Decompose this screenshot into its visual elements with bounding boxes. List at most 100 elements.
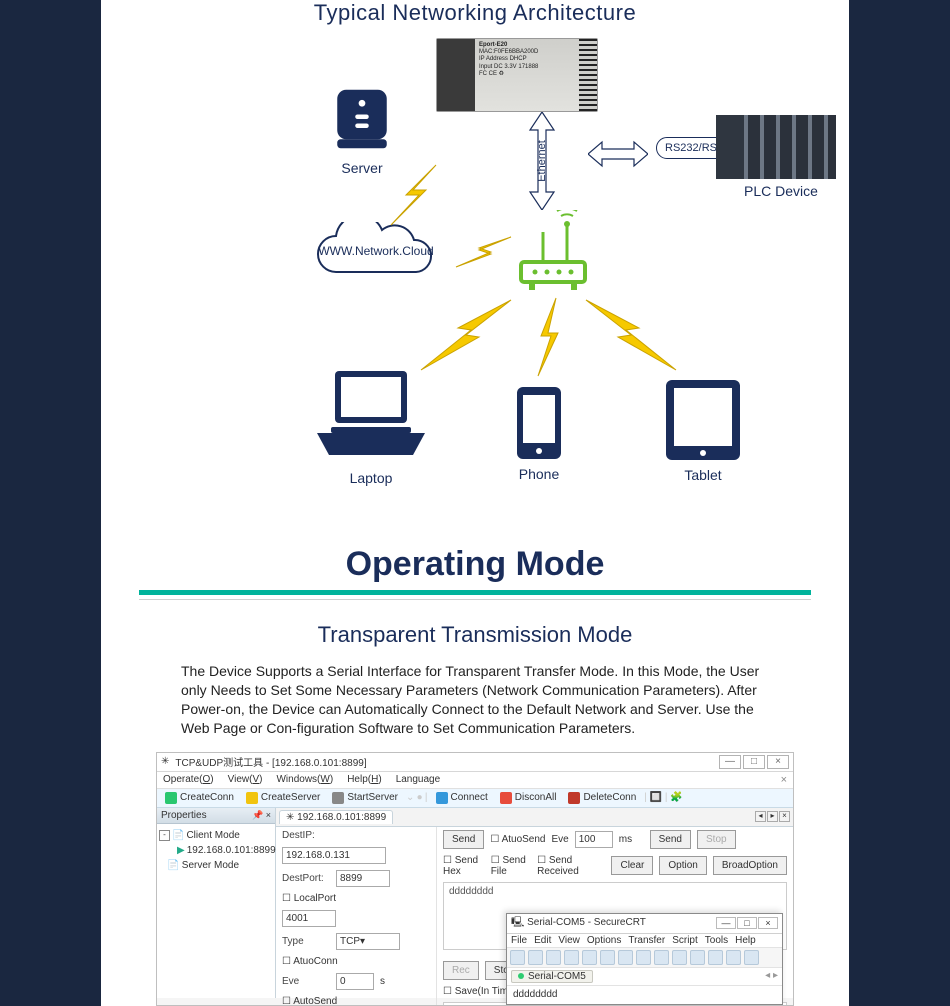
crt-menu-script[interactable]: Script — [672, 935, 698, 946]
tab-nav-left[interactable]: ◂ — [755, 811, 766, 822]
phone-label: Phone — [513, 466, 565, 482]
crt-close[interactable]: × — [758, 917, 778, 929]
laptop-device: Laptop — [311, 365, 431, 486]
create-conn-button[interactable]: CreateConn — [161, 791, 238, 805]
tree-server-mode[interactable]: Server Mode — [182, 858, 239, 873]
pane-controls[interactable]: 📌 × — [252, 810, 271, 821]
local-port-check[interactable]: LocalPort — [282, 893, 336, 904]
crt-terminal[interactable]: dddddddd — [507, 986, 782, 1003]
tablet-label: Tablet — [662, 467, 744, 483]
crt-tool-icon[interactable] — [690, 950, 705, 965]
crt-toolbar — [507, 948, 782, 968]
diagram-title: Typical Networking Architecture — [101, 0, 849, 26]
expand-icon[interactable]: - — [159, 830, 170, 841]
dest-port-field[interactable]: 8899 — [336, 870, 390, 887]
tcp-udp-tool-window: ✳ TCP&UDP测试工具 - [192.168.0.101:8899] — □… — [156, 752, 794, 1006]
crt-tab-nav[interactable]: ◂ ▸ — [765, 970, 778, 983]
lightning-icon — [581, 295, 681, 380]
tree-client-mode[interactable]: Client Mode — [186, 828, 239, 843]
menu-windows[interactable]: Windows(W) — [276, 774, 333, 786]
dest-ip-field[interactable]: 192.168.0.131 — [282, 847, 386, 864]
eve3-field[interactable]: 100 — [575, 831, 613, 848]
connection-tab[interactable]: ✳ 192.168.0.101:8899 — [279, 810, 393, 824]
crt-maximize[interactable]: □ — [737, 917, 757, 929]
local-port-field[interactable]: 4001 — [282, 910, 336, 927]
send-hex-check[interactable]: Send Hex — [443, 855, 485, 877]
start-server-button[interactable]: StartServer — [328, 791, 402, 805]
mode-heading: Transparent Transmission Mode — [101, 622, 849, 648]
crt-menu-edit[interactable]: Edit — [534, 935, 551, 946]
crt-tool-icon[interactable] — [744, 950, 759, 965]
section-heading: Operating Mode — [101, 545, 849, 584]
crt-tool-icon[interactable] — [528, 950, 543, 965]
rec-button[interactable]: Rec — [443, 961, 479, 980]
tab-nav-right[interactable]: ▸ — [767, 811, 778, 822]
crt-tool-icon[interactable] — [600, 950, 615, 965]
toolbar: CreateConn CreateServer StartServer ⌄ ⦁ … — [157, 789, 793, 808]
phone-device: Phone — [513, 385, 565, 482]
connect-button[interactable]: Connect — [432, 791, 492, 805]
type-label: Type — [282, 936, 330, 947]
lightning-icon — [451, 232, 516, 277]
atuosend-check2[interactable]: AtuoSend — [490, 834, 545, 845]
plc-label: PLC Device — [716, 183, 846, 199]
lightning-icon — [381, 160, 451, 235]
window-title: TCP&UDP测试工具 - [192.168.0.101:8899] — [175, 754, 366, 769]
minimize-button[interactable]: — — [719, 755, 741, 769]
menu-operate[interactable]: Operate(O) — [163, 774, 214, 786]
crt-menu-transfer[interactable]: Transfer — [628, 935, 665, 946]
crt-menu-tools[interactable]: Tools — [705, 935, 728, 946]
atuoconn-check[interactable]: AtuoConn — [282, 956, 338, 967]
crt-tool-icon[interactable] — [510, 950, 525, 965]
crt-tool-icon[interactable] — [618, 950, 633, 965]
broad-option-button[interactable]: BroadOption — [713, 856, 787, 875]
crt-menu-help[interactable]: Help — [735, 935, 756, 946]
disconnect-all-button[interactable]: DisconAll — [496, 791, 561, 805]
cloud-label: WWW.Network.Cloud — [296, 244, 456, 258]
crt-tool-icon[interactable] — [672, 950, 687, 965]
eve1-label: Eve — [282, 976, 330, 987]
send-file-check[interactable]: Send File — [491, 855, 531, 877]
menu-help[interactable]: Help(H) — [347, 774, 382, 786]
type-select[interactable]: TCP ▾ — [336, 933, 400, 950]
crt-menu-bar: File Edit View Options Transfer Script T… — [507, 934, 782, 948]
crt-menu-options[interactable]: Options — [587, 935, 621, 946]
autosend-check[interactable]: AutoSend — [282, 996, 337, 1006]
option-button[interactable]: Option — [659, 856, 706, 875]
lightning-icon — [416, 295, 516, 380]
crt-tool-icon[interactable] — [708, 950, 723, 965]
crt-tool-icon[interactable] — [564, 950, 579, 965]
stop-button[interactable]: Stop — [697, 830, 736, 849]
crt-tool-icon[interactable] — [654, 950, 669, 965]
clear-button[interactable]: Clear — [611, 856, 653, 875]
inner-close-icon[interactable]: × — [781, 774, 787, 786]
crt-menu-view[interactable]: View — [558, 935, 580, 946]
title-bar: ✳ TCP&UDP测试工具 - [192.168.0.101:8899] — □… — [157, 753, 793, 772]
crt-tool-icon[interactable] — [546, 950, 561, 965]
tree-connection[interactable]: 192.168.0.101:8899 — [187, 843, 276, 858]
maximize-button[interactable]: □ — [743, 755, 765, 769]
tab-close[interactable]: × — [779, 811, 790, 822]
crt-tool-icon[interactable] — [582, 950, 597, 965]
send-button[interactable]: Send — [443, 830, 484, 849]
eve1-field[interactable]: 0 — [336, 973, 374, 990]
properties-pane: Properties📌 × - 📄 Client Mode ▶ 192.168.… — [157, 808, 276, 998]
module-mac: MAC:F0FE6BBA200D — [479, 49, 538, 55]
crt-tool-icon[interactable] — [726, 950, 741, 965]
menu-language[interactable]: Language — [396, 774, 441, 786]
crt-session-tab[interactable]: Serial-COM5 — [511, 970, 593, 983]
crt-minimize[interactable]: — — [716, 917, 736, 929]
send-received-check[interactable]: Send Received — [537, 855, 597, 877]
send-button-2[interactable]: Send — [650, 830, 691, 849]
create-server-button[interactable]: CreateServer — [242, 791, 324, 805]
tablet-device: Tablet — [662, 378, 744, 483]
serial-arrow — [588, 138, 648, 170]
crt-menu-file[interactable]: File — [511, 935, 527, 946]
crt-tool-icon[interactable] — [636, 950, 651, 965]
menu-view[interactable]: View(V) — [228, 774, 263, 786]
mode-description: The Device Supports a Serial Interface f… — [181, 662, 769, 738]
properties-header: Properties — [161, 810, 207, 821]
delete-conn-button[interactable]: DeleteConn — [564, 791, 640, 805]
dest-ip-label: DestIP: — [282, 830, 330, 841]
close-button[interactable]: × — [767, 755, 789, 769]
